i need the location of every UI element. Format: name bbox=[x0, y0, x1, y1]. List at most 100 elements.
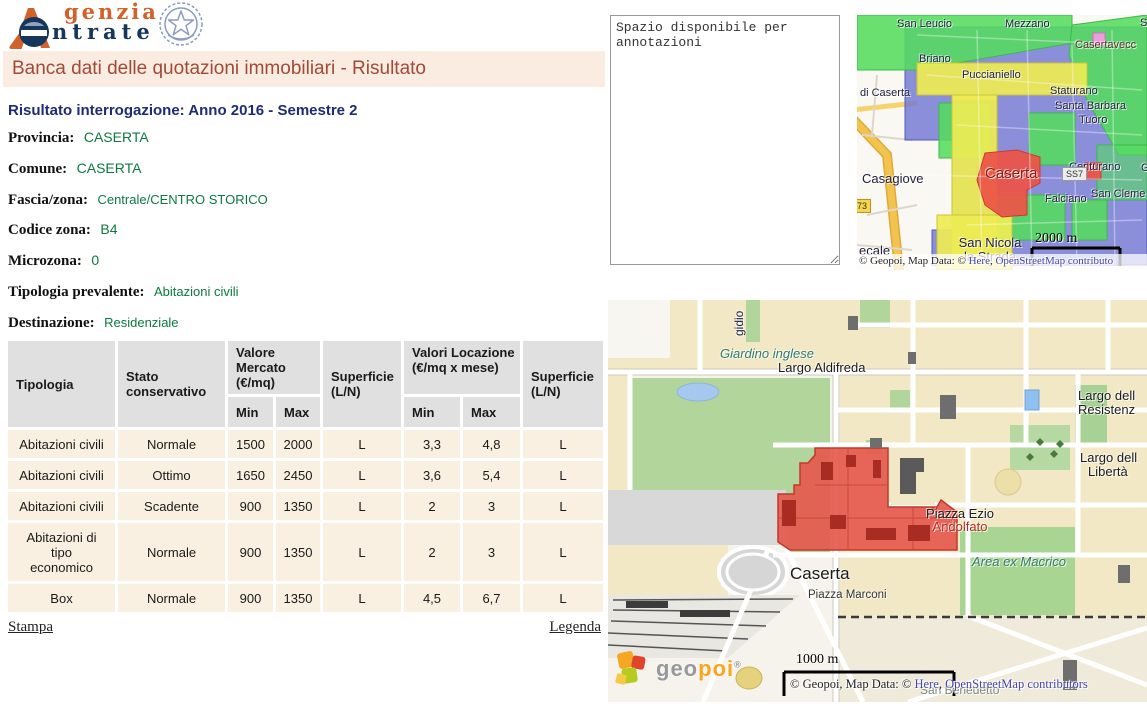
annotations-textarea[interactable]: Spazio disponibile per annotazioni bbox=[610, 15, 840, 265]
geopoi-geo-text: geo bbox=[656, 656, 698, 681]
page-title: Banca dati delle quotazioni immobiliari … bbox=[3, 51, 605, 87]
overview-map-canvas bbox=[857, 15, 1147, 270]
map-label-area-ex-macrico: Area ex Macrico bbox=[972, 554, 1066, 569]
cell: L bbox=[523, 584, 603, 612]
map-label-tuoro: Tuoro bbox=[1079, 114, 1107, 126]
attribution-text: © Geopoi, Map Data: © bbox=[859, 255, 969, 267]
detail-map-canvas bbox=[608, 300, 1147, 702]
osm-link[interactable]: OpenStreetMap contributors bbox=[945, 677, 1088, 691]
page: genzia ntrate Banca dati delle quotazion… bbox=[0, 0, 1147, 716]
map-attribution: © Geopoi, Map Data: © Here, OpenStreetMa… bbox=[859, 255, 1113, 267]
col-header-valori-locazione: Valori Locazione (€/mq x mese) bbox=[404, 341, 520, 394]
cell: 4,8 bbox=[463, 430, 520, 458]
map-label-gidio: gidio bbox=[732, 311, 746, 336]
map-label-santa-barbara: Santa Barbara bbox=[1055, 100, 1126, 112]
quotations-table: Tipologia Stato conservativo Valore Merc… bbox=[5, 338, 606, 615]
field-tipologia-prevalente: Tipologia prevalente: Abitazioni civili bbox=[8, 283, 239, 301]
cell: 1350 bbox=[276, 492, 320, 520]
field-label: Destinazione: bbox=[8, 315, 95, 331]
cell: 1350 bbox=[276, 523, 320, 581]
cell: L bbox=[323, 492, 401, 520]
col-header-max-locazione: Max bbox=[463, 397, 520, 427]
cell: 4,5 bbox=[404, 584, 460, 612]
col-header-max-mercato: Max bbox=[276, 397, 320, 427]
cell: 900 bbox=[228, 523, 273, 581]
geopoi-poi-text: poi bbox=[698, 656, 734, 681]
cell: Abitazioni civili bbox=[8, 492, 115, 520]
map-label-staturano: Staturano bbox=[1050, 85, 1098, 97]
col-header-stato: Stato conservativo bbox=[118, 341, 225, 427]
cell: Abitazioni civili bbox=[8, 461, 115, 489]
cell: Normale bbox=[118, 523, 225, 581]
attribution-text: © Geopoi, Map Data: © bbox=[790, 677, 915, 691]
field-value: Abitazioni civili bbox=[154, 284, 239, 299]
col-header-superficie-2: Superficie (L/N) bbox=[523, 341, 603, 427]
scale-label: 1000 m bbox=[796, 652, 838, 668]
map-label-caserta: Caserta bbox=[790, 564, 850, 584]
legenda-link[interactable]: Legenda bbox=[549, 619, 601, 635]
map-label-falciano: Falciano bbox=[1045, 193, 1087, 205]
col-header-min-mercato: Min bbox=[228, 397, 273, 427]
cell: 1350 bbox=[276, 584, 320, 612]
map-label-casertavecchia: Casertavecc bbox=[1075, 39, 1136, 51]
geopoi-logo-icon bbox=[614, 648, 654, 690]
cell: Abitazioni di tipo economico bbox=[8, 523, 115, 581]
logo-word-ntrate: ntrate bbox=[52, 22, 159, 42]
here-link[interactable]: Here bbox=[969, 255, 990, 267]
field-label: Codice zona: bbox=[8, 222, 91, 238]
col-header-valore-mercato: Valore Mercato (€/mq) bbox=[228, 341, 320, 394]
table-row: Abitazioni civili Ottimo 1650 2450 L 3,6… bbox=[8, 461, 603, 489]
field-value: CASERTA bbox=[77, 160, 142, 176]
cell: L bbox=[523, 430, 603, 458]
map-label-giardino-inglese: Giardino inglese bbox=[720, 346, 814, 361]
cell: L bbox=[323, 430, 401, 458]
cell: 2 bbox=[404, 523, 460, 581]
map-label-san-leucio: San Leucio bbox=[897, 18, 952, 30]
field-label: Provincia: bbox=[8, 130, 74, 146]
cell: Box bbox=[8, 584, 115, 612]
map-label-g: G bbox=[1141, 162, 1147, 174]
detail-map[interactable]: gidio Giardino inglese Largo Aldifreda L… bbox=[608, 300, 1147, 702]
cell: 3,6 bbox=[404, 461, 460, 489]
table-row: Abitazioni di tipo economico Normale 900… bbox=[8, 523, 603, 581]
cell: Scadente bbox=[118, 492, 225, 520]
cell: 3 bbox=[463, 492, 520, 520]
cell: 2 bbox=[404, 492, 460, 520]
field-fascia-zona: Fascia/zona: Centrale/CENTRO STORICO bbox=[8, 191, 268, 209]
cell: Normale bbox=[118, 430, 225, 458]
field-label: Comune: bbox=[8, 161, 67, 177]
map-label-caserta: Caserta bbox=[985, 165, 1038, 182]
field-codice-zona: Codice zona: B4 bbox=[8, 221, 117, 239]
field-value: B4 bbox=[100, 221, 117, 237]
field-provincia: Provincia: CASERTA bbox=[8, 129, 149, 147]
map-label-san-nicola-1: San Nicola bbox=[945, 235, 1035, 250]
here-link[interactable]: Here bbox=[915, 677, 939, 691]
map-label-casagiove: Casagiove bbox=[862, 171, 923, 186]
overview-map[interactable]: San Leucio Mezzano S Casertavecc Briano … bbox=[857, 15, 1147, 270]
cell: 1650 bbox=[228, 461, 273, 489]
cell: Normale bbox=[118, 584, 225, 612]
geopoi-logo[interactable]: geopoi® bbox=[614, 648, 744, 692]
cell: Abitazioni civili bbox=[8, 430, 115, 458]
map-label-s: S bbox=[1140, 17, 1147, 29]
cell: 5,4 bbox=[463, 461, 520, 489]
scale-label: 2000 m bbox=[1035, 231, 1077, 247]
osm-link[interactable]: OpenStreetMap contributo bbox=[995, 255, 1113, 267]
cell: 2450 bbox=[276, 461, 320, 489]
table-row: Box Normale 900 1350 L 4,5 6,7 L bbox=[8, 584, 603, 612]
road-badge-ss7: SS7 bbox=[1062, 167, 1087, 181]
col-header-superficie-1: Superficie (L/N) bbox=[323, 341, 401, 427]
field-value: 0 bbox=[91, 252, 99, 268]
field-comune: Comune: CASERTA bbox=[8, 160, 141, 178]
field-value: Residenziale bbox=[104, 315, 178, 330]
field-label: Microzona: bbox=[8, 253, 82, 269]
field-microzona: Microzona: 0 bbox=[8, 252, 99, 270]
map-label-largo-aldifreda: Largo Aldifreda bbox=[778, 360, 865, 375]
map-attribution: © Geopoi, Map Data: © Here, OpenStreetMa… bbox=[790, 677, 1088, 692]
cell: L bbox=[323, 523, 401, 581]
table-row: Abitazioni civili Normale 1500 2000 L 3,… bbox=[8, 430, 603, 458]
cell: L bbox=[523, 461, 603, 489]
cell: 3,3 bbox=[404, 430, 460, 458]
stampa-link[interactable]: Stampa bbox=[8, 619, 53, 635]
map-label-largo-liberta-1: Largo dell bbox=[1080, 450, 1137, 465]
